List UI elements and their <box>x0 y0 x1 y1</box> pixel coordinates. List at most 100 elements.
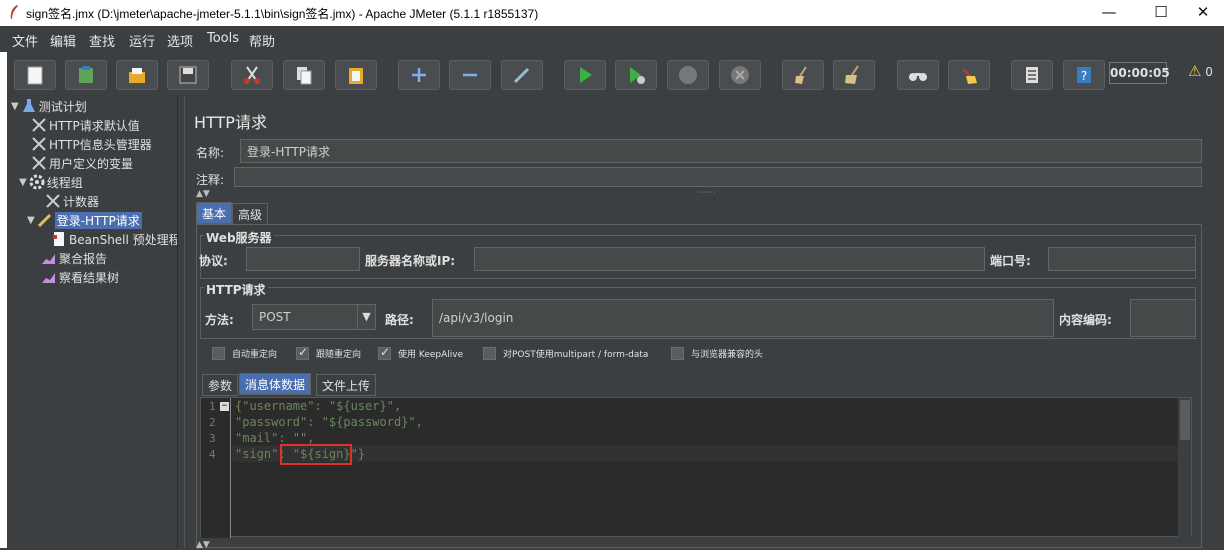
page-title: HTTP请求 <box>194 113 267 132</box>
wrench-icon <box>32 118 46 132</box>
scrollbar-track[interactable] <box>1178 398 1191 538</box>
minimize-button[interactable]: — <box>1086 0 1132 26</box>
menu-search[interactable]: 查找 <box>89 31 115 50</box>
reset-search-button[interactable] <box>948 60 990 90</box>
server-label: 服务器名称或IP: <box>365 254 456 268</box>
multipart-checkbox[interactable]: 对POST使用multipart / form-data <box>483 347 648 360</box>
body-data-editor[interactable]: 1 2 3 4 − {"username": "${user}", "passw… <box>200 397 1192 538</box>
tree-item-test-plan[interactable]: ▼ 测试计划 <box>11 97 87 115</box>
menu-options[interactable]: 选项 <box>167 31 193 50</box>
tab-body-data[interactable]: 消息体数据 <box>239 373 312 395</box>
test-plan-tree: ▼ 测试计划 HTTP请求默认值 HTTP信息头管理器 用户定义的变量 ▼ 线程… <box>7 96 181 548</box>
line-number: 1 <box>209 400 216 413</box>
shutdown-button[interactable] <box>719 60 761 90</box>
menu-bar: 文件 编辑 查找 运行 选项 Tools 帮助 <box>0 26 1224 52</box>
cut-button[interactable] <box>231 60 273 90</box>
checkbox-box <box>671 347 684 360</box>
tree-item-header-manager[interactable]: HTTP信息头管理器 <box>31 135 152 153</box>
checkbox-box <box>483 347 496 360</box>
tree-item-aggregate-report[interactable]: 聚合报告 <box>41 249 107 267</box>
path-field[interactable]: /api/v3/login <box>432 299 1054 337</box>
warning-indicator[interactable]: ⚠ 0 <box>1188 62 1213 80</box>
auto-redirect-checkbox[interactable]: 自动重定向 <box>212 347 277 360</box>
keepalive-checkbox[interactable]: 使用 KeepAlive <box>378 345 463 360</box>
plus-icon <box>412 68 426 82</box>
open-button[interactable] <box>116 60 158 90</box>
collapse-arrow-icon[interactable]: ▼ <box>19 177 27 188</box>
start-button[interactable] <box>564 60 606 90</box>
comment-field[interactable] <box>234 167 1202 187</box>
warning-icon: ⚠ <box>1188 62 1202 80</box>
copy-button[interactable] <box>283 60 325 90</box>
server-field[interactable] <box>474 247 985 271</box>
close-button[interactable]: ✕ <box>1180 0 1224 26</box>
expand-button[interactable] <box>398 60 440 90</box>
copy-icon <box>297 67 312 85</box>
menu-edit[interactable]: 编辑 <box>50 31 76 50</box>
http-request-legend: HTTP请求 <box>204 281 268 298</box>
maximize-button[interactable]: ☐ <box>1138 0 1184 26</box>
help-icon: ? <box>1077 67 1091 83</box>
code-line-3: "mail": "", <box>235 431 315 445</box>
tab-basic[interactable]: 基本 <box>196 202 233 224</box>
tree-item-user-variables[interactable]: 用户定义的变量 <box>31 154 133 172</box>
wrench-icon <box>32 137 46 151</box>
clear-all-button[interactable] <box>833 60 875 90</box>
tree-item-counter[interactable]: 计数器 <box>45 192 99 210</box>
start-no-pause-button[interactable] <box>615 60 657 90</box>
broom-icon <box>795 66 807 84</box>
scrollbar-thumb[interactable] <box>1180 400 1190 440</box>
web-server-legend: Web服务器 <box>204 229 274 246</box>
help-button[interactable]: ? <box>1063 60 1105 90</box>
menu-help[interactable]: 帮助 <box>249 31 275 50</box>
clear-button[interactable] <box>782 60 824 90</box>
menu-run[interactable]: 运行 <box>129 31 155 50</box>
window-edge <box>0 52 7 548</box>
new-button[interactable] <box>14 60 56 90</box>
protocol-field[interactable] <box>246 247 360 271</box>
line-number: 3 <box>209 432 216 445</box>
browser-headers-checkbox[interactable]: 与浏览器兼容的头 <box>671 347 763 360</box>
code-line-1: {"username": "${user}", <box>235 399 402 413</box>
menu-tools[interactable]: Tools <box>207 31 239 46</box>
elapsed-timer: 00:00:05 <box>1109 62 1170 84</box>
tab-advanced[interactable]: 高级 <box>232 203 269 225</box>
broom-all-icon <box>845 65 859 84</box>
paste-button[interactable] <box>335 60 377 90</box>
tree-item-thread-group[interactable]: ▼ 线程组 <box>19 173 83 191</box>
fold-icon[interactable]: − <box>220 402 229 411</box>
drag-handle-icon[interactable]: ⋯⋯ <box>698 188 716 198</box>
tree-item-beanshell-preprocessor[interactable]: BeanShell 预处理程 <box>51 230 181 248</box>
toggle-button[interactable] <box>501 60 543 90</box>
collapse-button[interactable] <box>449 60 491 90</box>
port-field[interactable] <box>1048 247 1196 271</box>
method-select[interactable]: POST ▼ <box>252 304 376 330</box>
templates-button[interactable] <box>65 60 107 90</box>
name-field[interactable]: 登录-HTTP请求 <box>240 139 1202 163</box>
follow-redirect-checkbox[interactable]: 跟随重定向 <box>296 345 361 360</box>
open-icon <box>129 68 145 83</box>
function-helper-button[interactable] <box>1011 60 1053 90</box>
search-button[interactable] <box>897 60 939 90</box>
encoding-field[interactable] <box>1130 299 1196 337</box>
jmeter-feather-icon <box>10 5 18 19</box>
flask-icon <box>22 99 35 112</box>
chart-icon <box>42 254 55 264</box>
tree-item-login-request[interactable]: ▼ 登录-HTTP请求 <box>27 211 142 229</box>
stop-button[interactable] <box>667 60 709 90</box>
collapse-arrow-icon[interactable]: ▼ <box>27 215 35 226</box>
tab-parameters[interactable]: 参数 <box>202 374 239 396</box>
tree-item-results-tree[interactable]: 察看结果树 <box>41 268 119 286</box>
collapse-arrow-icon[interactable]: ▼ <box>11 101 19 112</box>
tab-file-upload[interactable]: 文件上传 <box>316 374 377 396</box>
binoculars-icon <box>909 73 927 81</box>
method-value: POST <box>259 310 291 324</box>
tree-item-http-defaults[interactable]: HTTP请求默认值 <box>31 116 140 134</box>
menu-file[interactable]: 文件 <box>12 31 38 50</box>
checkbox-box <box>296 345 309 360</box>
wand-icon <box>513 67 530 84</box>
pane-splitter[interactable] <box>177 96 185 548</box>
save-button[interactable] <box>167 60 209 90</box>
collapse-editor-arrow-icon[interactable]: ▲▼ <box>196 540 210 550</box>
collapse-panel-arrow-icon[interactable]: ▲▼ <box>196 189 210 199</box>
